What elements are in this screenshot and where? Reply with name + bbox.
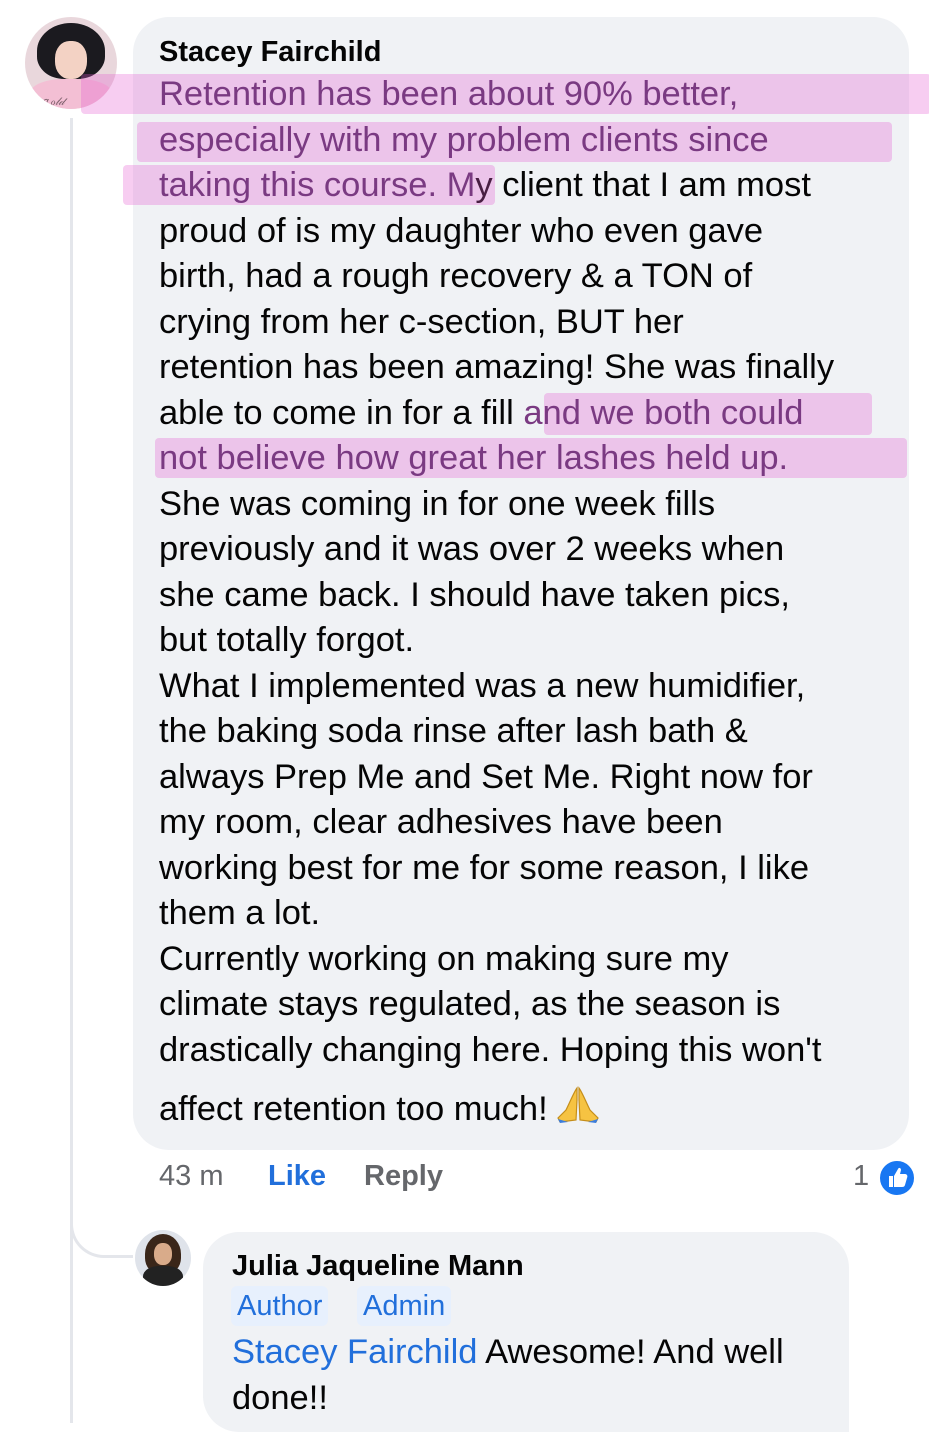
comment-line: my room, clear adhesives have been <box>159 803 723 841</box>
reply-button[interactable]: Reply <box>364 1160 443 1193</box>
comment-line: them a lot. <box>159 894 321 932</box>
comment-line: drastically changing here. Hoping this w… <box>159 1030 822 1069</box>
mention-link[interactable]: Stacey Fairchild <box>232 1333 477 1371</box>
reaction-count[interactable]: 1 <box>853 1160 869 1193</box>
comment-line: especially with my problem clients since <box>137 118 899 164</box>
replier-avatar[interactable] <box>135 1230 191 1286</box>
comment-line: not believe how great her lashes held up… <box>155 436 907 482</box>
comment-line: retention has been amazing! She was fina… <box>159 348 835 386</box>
comment-timestamp[interactable]: 43 m <box>159 1160 223 1193</box>
comment-line: Retention has been about 90% better, <box>81 72 929 118</box>
comment-line: previously and it was over 2 weeks when <box>159 530 785 568</box>
comment-line: crying from her c-section, BUT her <box>159 302 684 341</box>
comment-line: climate stays regulated, as the season i… <box>159 985 781 1023</box>
comment-line: working best for me for some reason, I l… <box>159 848 810 887</box>
folded-hands-emoji-icon <box>556 1086 599 1123</box>
comment-line: taking this course. My client that I am … <box>123 163 899 209</box>
comment-author-name[interactable]: Stacey Fairchild <box>159 36 381 69</box>
author-badge: Author <box>231 1286 329 1326</box>
comment-body: Retention has been about 90% better, esp… <box>81 72 929 1131</box>
comment-line-last: affect retention too much! <box>159 1073 899 1131</box>
comment-line: able to come in for a fill and we both c… <box>159 391 899 437</box>
comment-line: but totally forgot. <box>159 621 415 659</box>
like-button[interactable]: Like <box>268 1160 326 1193</box>
comment-line: What I implemented was a new humidifier, <box>159 666 806 705</box>
reply-body: Stacey Fairchild Awesome! And well done!… <box>232 1333 784 1417</box>
comment-line: the baking soda rinse after lash bath & <box>159 712 748 750</box>
comment-line: Currently working on making sure my <box>159 939 729 978</box>
comment-line: she came back. I should have taken pics, <box>159 575 790 614</box>
comment-line: birth, had a rough recovery & a TON of <box>159 257 753 295</box>
comment-line: always Prep Me and Set Me. Right now for <box>159 757 813 796</box>
reply-author-name[interactable]: Julia Jaqueline Mann <box>232 1250 524 1283</box>
admin-badge: Admin <box>357 1286 452 1326</box>
comment-line: proud of is my daughter who even gave <box>159 211 764 250</box>
thumbs-up-icon[interactable] <box>878 1159 916 1197</box>
comment-line: She was coming in for one week fills <box>159 484 716 523</box>
thread-connector <box>70 1195 133 1258</box>
